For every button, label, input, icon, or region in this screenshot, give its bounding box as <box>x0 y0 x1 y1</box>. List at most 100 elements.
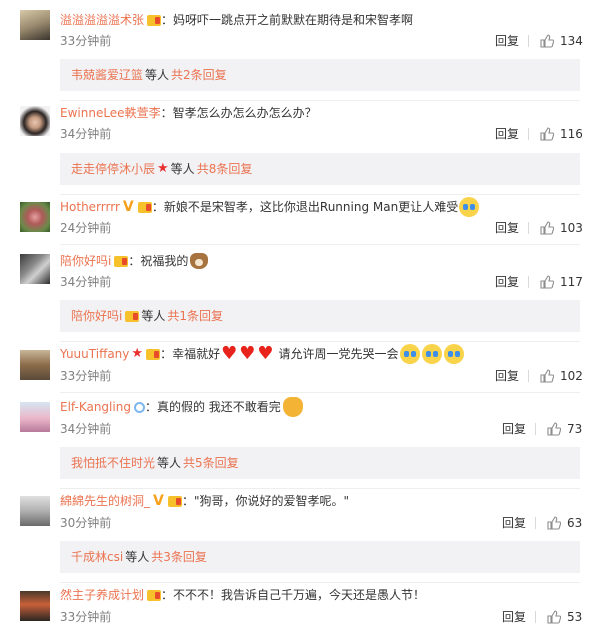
heart-emoji-icon: ♥ <box>239 343 256 364</box>
vip-badge-icon <box>114 255 129 267</box>
subreply-summary[interactable]: 韦兢酱爱辽篮 等人 共2条回复 <box>60 59 580 91</box>
separator <box>535 611 536 623</box>
reply-button[interactable]: 回复 <box>495 368 519 384</box>
separator <box>528 222 529 234</box>
subreply-text: 等人 <box>145 68 170 82</box>
comment-username[interactable]: 綿綿先生的树洞_ <box>60 491 150 511</box>
subreply-summary[interactable]: 千成林csi 等人 共3条回复 <box>60 541 580 573</box>
like-count: 73 <box>567 422 583 436</box>
reply-button[interactable]: 回复 <box>502 421 526 437</box>
subreply-summary[interactable]: 走走停停沐小辰 ★ 等人 共8条回复 <box>60 153 580 185</box>
comment-username[interactable]: 溢溢溢溢溢术张 <box>60 10 144 30</box>
separator <box>528 35 529 47</box>
separator <box>535 423 536 435</box>
comment-username[interactable]: Hotherrrrr <box>60 197 120 217</box>
comment-text: ：祝福我的 <box>128 254 189 268</box>
like-button[interactable]: 117 <box>540 274 583 290</box>
star-badge-icon: ★ <box>157 161 169 176</box>
subreply-text: 等人 <box>125 550 150 564</box>
divider <box>60 100 580 101</box>
like-button[interactable]: 73 <box>547 421 582 437</box>
comment-username[interactable]: 然主子养成计划 <box>60 585 144 605</box>
crying-emoji-icon <box>399 344 420 364</box>
comment-text: ：妈呀吓一跳点开之前默默在期待是和宋智孝啊 <box>161 13 414 27</box>
avatar[interactable] <box>20 254 50 284</box>
reply-button[interactable]: 回复 <box>495 126 519 142</box>
comment-text: ："狗哥，你说好的爱智孝呢。" <box>182 494 350 508</box>
avatar[interactable] <box>20 106 50 136</box>
comment-text: ：不不不！我告诉自己千万遍，今天还是愚人节！ <box>161 588 426 602</box>
ring-badge-icon <box>133 401 145 413</box>
like-button[interactable]: 53 <box>547 609 582 625</box>
thumbs-up-icon <box>547 516 561 530</box>
thumbs-up-icon <box>540 275 554 289</box>
like-count: 116 <box>560 127 583 141</box>
comment-username[interactable]: 陪你好吗i <box>60 251 111 271</box>
verified-v-icon: V <box>153 493 164 509</box>
like-count: 103 <box>560 221 583 235</box>
comment-time: 33分钟前 <box>60 369 112 383</box>
reply-button[interactable]: 回复 <box>502 609 526 625</box>
verified-v-icon: V <box>122 199 134 215</box>
crying-emoji-icon <box>443 344 464 364</box>
divider <box>60 341 580 342</box>
vip-badge-icon <box>147 589 162 601</box>
reply-button[interactable]: 回复 <box>495 220 519 236</box>
subreply-user[interactable]: 陪你好吗i <box>71 300 122 332</box>
avatar[interactable] <box>20 591 50 621</box>
comment-username[interactable]: Elf-Kangling <box>60 397 131 417</box>
like-count: 134 <box>560 34 583 48</box>
comment-text: ：智孝怎么办怎么办怎么办？ <box>160 106 317 120</box>
like-count: 102 <box>560 369 583 383</box>
subreply-text: 等人 <box>157 456 182 470</box>
avatar[interactable] <box>20 402 50 432</box>
avatar[interactable] <box>20 496 50 526</box>
like-button[interactable]: 63 <box>547 515 582 531</box>
like-button[interactable]: 116 <box>540 126 583 142</box>
reply-button[interactable]: 回复 <box>495 33 519 49</box>
like-button[interactable]: 134 <box>540 33 583 49</box>
like-button[interactable]: 102 <box>540 368 583 384</box>
subreply-count-link[interactable]: 共1条回复 <box>167 300 223 332</box>
subreply-count-link[interactable]: 共3条回复 <box>151 541 207 573</box>
comment-text: ：新娘不是宋智孝，这比你退出Running Man更让人难受 <box>151 200 459 214</box>
subreply-user[interactable]: 走走停停沐小辰 <box>71 153 155 185</box>
heart-emoji-icon: ♥ <box>257 343 274 364</box>
avatar[interactable] <box>20 350 50 380</box>
thumbs-up-icon <box>547 422 561 436</box>
divider <box>60 194 580 195</box>
divider <box>60 244 580 245</box>
subreply-count-link[interactable]: 共5条回复 <box>183 447 239 479</box>
like-count: 117 <box>560 275 583 289</box>
like-button[interactable]: 103 <box>540 220 583 236</box>
separator <box>535 517 536 529</box>
comment-username[interactable]: YuuuTiffany <box>60 344 129 364</box>
subreply-user[interactable]: 韦兢酱爱辽篮 <box>71 59 143 91</box>
subreply-summary[interactable]: 我怕抵不住时光 等人 共5条回复 <box>60 447 580 479</box>
thumbs-up-icon <box>540 127 554 141</box>
comment-username[interactable]: EwinneLee軼萱李 <box>60 103 161 123</box>
subreply-count-link[interactable]: 共8条回复 <box>197 153 253 185</box>
subreply-summary[interactable]: 陪你好吗i 等人 共1条回复 <box>60 300 580 332</box>
comment-time: 34分钟前 <box>60 275 112 289</box>
crying-emoji-icon <box>421 344 442 364</box>
subreply-count-link[interactable]: 共2条回复 <box>171 59 227 91</box>
comment-text: 请允许周一党先哭一会 <box>278 347 399 361</box>
comment-time: 33分钟前 <box>60 34 112 48</box>
thumbs-up-icon <box>540 369 554 383</box>
avatar[interactable] <box>20 10 50 40</box>
reply-button[interactable]: 回复 <box>502 515 526 531</box>
subreply-user[interactable]: 千成林csi <box>71 541 123 573</box>
subreply-user[interactable]: 我怕抵不住时光 <box>71 447 155 479</box>
comment-time: 33分钟前 <box>60 610 112 624</box>
avatar[interactable] <box>20 202 50 232</box>
cat-emoji-icon <box>282 397 303 417</box>
comment-time: 30分钟前 <box>60 516 112 530</box>
comment-time: 34分钟前 <box>60 422 112 436</box>
separator <box>528 370 529 382</box>
thumbs-up-icon <box>547 610 561 624</box>
reply-button[interactable]: 回复 <box>495 274 519 290</box>
vip-badge-icon <box>146 348 161 360</box>
divider <box>60 582 580 583</box>
subreply-text: 等人 <box>170 162 195 176</box>
